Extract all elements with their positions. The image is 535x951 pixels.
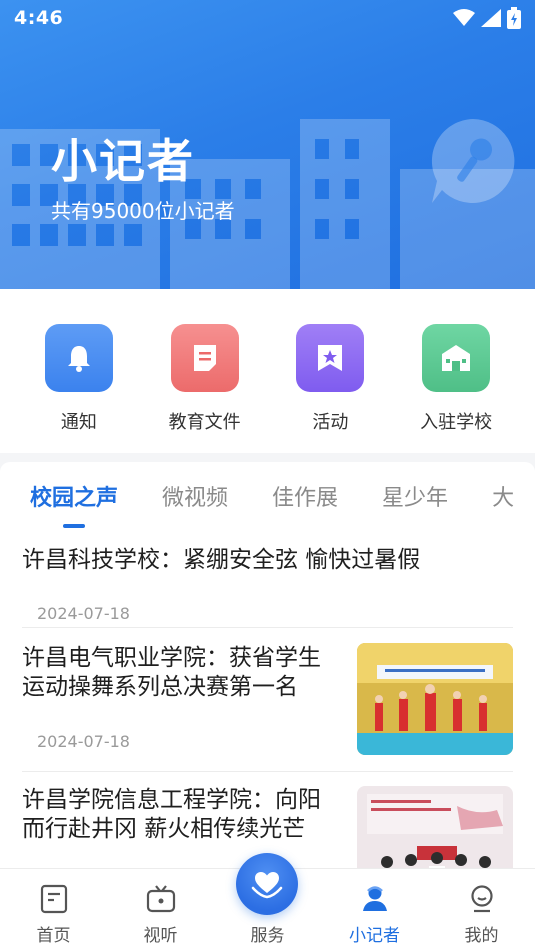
quick-action-education-docs[interactable]: 教育文件 — [150, 289, 260, 453]
bookmark-star-icon — [296, 324, 365, 392]
wifi-icon — [453, 9, 475, 26]
news-thumbnail-dance — [357, 643, 513, 755]
status-time: 4:46 — [14, 7, 64, 29]
nav-label: 视听 — [143, 926, 178, 946]
quick-action-label: 入驻学校 — [420, 412, 493, 433]
reporter-icon — [362, 886, 387, 911]
quick-action-schools[interactable]: 入驻学校 — [401, 289, 511, 453]
tab-more[interactable]: 大 — [492, 480, 514, 528]
battery-icon — [507, 7, 521, 29]
news-item[interactable]: 许昌电气职业学院：获省学生运动操舞系列总决赛第一名 2024-07-18 — [22, 628, 513, 772]
category-tabs: 校园之声 微视频 佳作展 星少年 大 — [0, 462, 535, 528]
page-title: 小记者 — [51, 134, 195, 188]
nav-home[interactable]: 首页 — [0, 869, 107, 951]
bell-icon — [44, 324, 113, 392]
tab-micro-video[interactable]: 微视频 — [162, 480, 228, 528]
home-doc-icon — [40, 884, 67, 914]
header-banner: 4:46 小记者 共有95000位小记者 — [0, 0, 535, 289]
reporter-count: 共有95000位小记者 — [51, 199, 235, 223]
news-date: 2024-07-18 — [37, 604, 130, 623]
microphone-bubble-icon — [431, 119, 515, 203]
nav-label: 服务 — [250, 926, 285, 946]
nav-audio-video[interactable]: 视听 — [107, 869, 214, 951]
quick-action-label: 通知 — [60, 412, 97, 433]
reporter-page: 4:46 小记者 共有95000位小记者 通知 教育文件 活动 入驻学校 校园之… — [0, 0, 535, 951]
news-title: 许昌电气职业学院：获省学生运动操舞系列总决赛第一名 — [22, 645, 321, 700]
quick-action-label: 教育文件 — [168, 412, 241, 433]
news-title: 许昌学院信息工程学院：向阳而行赴井冈 薪火相传续光芒 — [22, 787, 321, 842]
profile-icon — [470, 885, 493, 913]
school-icon — [422, 324, 491, 392]
news-title: 许昌科技学校：紧绷安全弦 愉快过暑假 — [22, 547, 421, 573]
tab-star-youth[interactable]: 星少年 — [382, 480, 448, 528]
quick-action-activity[interactable]: 活动 — [275, 289, 385, 453]
nav-label: 小记者 — [349, 926, 400, 946]
quick-action-notice[interactable]: 通知 — [24, 289, 134, 453]
status-icons — [453, 7, 521, 29]
nav-label: 我的 — [464, 926, 499, 946]
service-center-button[interactable] — [236, 853, 298, 915]
heart-hands-icon — [251, 872, 283, 899]
tv-icon — [146, 885, 175, 913]
nav-reporter[interactable]: 小记者 — [321, 869, 428, 951]
signal-icon — [481, 9, 501, 27]
document-icon — [170, 324, 239, 392]
status-bar: 4:46 — [0, 0, 535, 36]
nav-profile[interactable]: 我的 — [428, 869, 535, 951]
tab-works-exhibition[interactable]: 佳作展 — [272, 480, 338, 528]
news-date: 2024-07-18 — [37, 732, 130, 751]
nav-label: 首页 — [36, 926, 71, 946]
tab-campus-voice[interactable]: 校园之声 — [30, 480, 118, 528]
quick-actions: 通知 教育文件 活动 入驻学校 — [0, 289, 535, 453]
quick-action-label: 活动 — [312, 412, 349, 433]
news-item[interactable]: 许昌科技学校：紧绷安全弦 愉快过暑假 2024-07-18 — [22, 528, 513, 628]
news-panel: 校园之声 微视频 佳作展 星少年 大 许昌科技学校：紧绷安全弦 愉快过暑假 20… — [0, 462, 535, 882]
